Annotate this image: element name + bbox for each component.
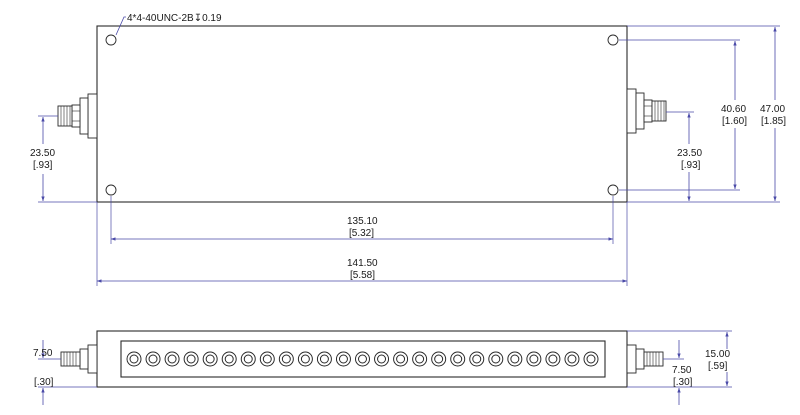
dim-text-in: [.93]	[681, 160, 701, 171]
tuning-screw	[469, 351, 485, 367]
tuning-screw	[374, 351, 390, 367]
tuning-screw	[297, 351, 313, 367]
tuning-screw	[259, 351, 275, 367]
left-rf-connector-side	[60, 344, 98, 374]
dim-text-mm: 40.60	[721, 104, 746, 115]
right-rf-connector	[626, 88, 667, 134]
tuning-screw	[564, 351, 580, 367]
mounting-hole	[607, 184, 619, 196]
tuning-screw	[145, 351, 161, 367]
tuning-screw	[450, 351, 466, 367]
dim-text-mm: 47.00	[760, 104, 785, 115]
tuning-screw	[355, 351, 370, 367]
tuning-screw	[526, 351, 542, 367]
tuning-screw	[431, 351, 447, 367]
tuning-screw	[393, 351, 409, 367]
tuning-screw	[412, 351, 428, 367]
dim-text-mm: 141.50	[347, 258, 378, 269]
tuning-screw	[316, 351, 332, 367]
dim-text-mm: 23.50	[30, 148, 55, 159]
tuning-screw	[507, 351, 523, 367]
left-rf-connector	[57, 93, 98, 139]
mechanical-drawing: 4*4-40UNC-2B↧0.19 23.50 [.93] 23.50 [.93…	[30, 13, 786, 405]
dim-text-in: [1.60]	[722, 116, 747, 127]
hole-callout: 4*4-40UNC-2B↧0.19	[127, 13, 222, 24]
dim-text-mm: 15.00	[705, 349, 730, 360]
tuning-screw	[202, 351, 218, 367]
mounting-hole	[105, 34, 117, 46]
tuning-screw	[221, 351, 237, 367]
mounting-hole	[105, 184, 117, 196]
dim-text-in: [.30]	[673, 377, 693, 388]
side-view: 7.50 [.30] 7.50 [.30] 15.00 [.59]	[33, 330, 732, 405]
tuning-screw	[240, 351, 256, 367]
dim-text-mm: 7.50	[672, 365, 692, 376]
tuning-screw	[183, 351, 199, 367]
tuning-screw	[278, 351, 294, 367]
dim-overall-length: 141.50 [5.58]	[96, 202, 628, 286]
tuning-screw	[545, 351, 561, 367]
dim-text-in: [5.58]	[350, 270, 375, 281]
dim-text-in: [.93]	[33, 160, 53, 171]
dim-text-mm: 23.50	[677, 148, 702, 159]
mounting-hole	[607, 34, 619, 46]
top-view: 4*4-40UNC-2B↧0.19 23.50 [.93] 23.50 [.93…	[30, 13, 786, 286]
tuning-screw	[164, 351, 180, 367]
dim-text-in: [.30]	[34, 377, 54, 388]
dim-text-mm: 7.50	[33, 348, 53, 359]
dim-text-in: [1.85]	[761, 116, 786, 127]
tuning-screw	[583, 351, 599, 367]
tuning-screw	[488, 351, 504, 367]
tuning-screw	[335, 351, 351, 367]
dim-hole-horizontal-spacing: 135.10 [5.32]	[110, 196, 614, 244]
right-rf-connector-side	[626, 344, 664, 374]
dim-text-in: [.59]	[708, 361, 728, 372]
tuning-screw	[126, 351, 142, 367]
dim-text-mm: 135.10	[347, 216, 378, 227]
top-view-housing	[96, 25, 628, 203]
dim-text-in: [5.32]	[349, 228, 374, 239]
